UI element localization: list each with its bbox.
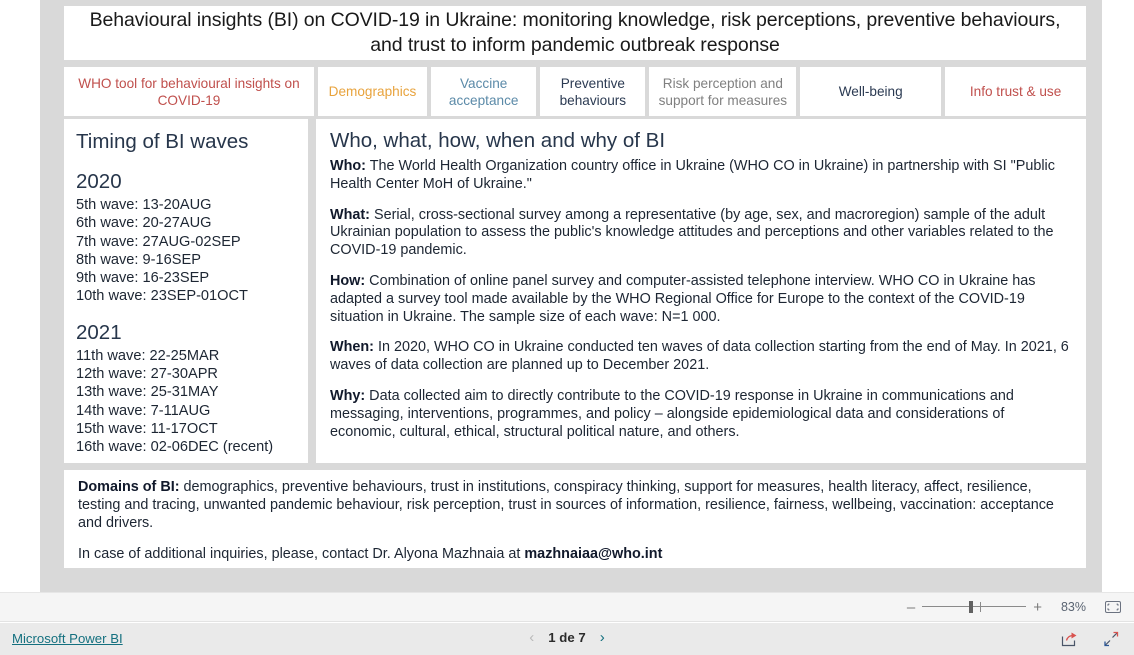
zoom-slider-tick bbox=[980, 602, 982, 612]
paragraph-what: What: Serial, cross-sectional survey amo… bbox=[330, 207, 1072, 260]
wave-item: 13th wave: 25-31MAY bbox=[76, 384, 219, 401]
wave-item: 10th wave: 23SEP-01OCT bbox=[76, 288, 248, 305]
report-title-card: Behavioural insights (BI) on COVID-19 in… bbox=[64, 6, 1086, 60]
domains-paragraph: Domains of BI: demographics, preventive … bbox=[78, 479, 1072, 532]
tab-vaccine-acceptance[interactable]: Vaccine acceptance bbox=[431, 67, 537, 116]
wave-item: 14th wave: 7-11AUG bbox=[76, 402, 211, 419]
wave-item: 16th wave: 02-06DEC (recent) bbox=[76, 439, 274, 456]
paragraph-why: Why: Data collected aim to directly cont… bbox=[330, 388, 1072, 441]
wave-item: 5th wave: 13-20AUG bbox=[76, 197, 212, 213]
page-indicator: 1 de 7 bbox=[548, 630, 586, 645]
tab-info-trust-use[interactable]: Info trust & use bbox=[945, 67, 1087, 116]
paragraph-label: When: bbox=[330, 339, 374, 356]
tab-label: Risk perception and support for measures bbox=[658, 75, 788, 108]
tab-demographics[interactable]: Demographics bbox=[317, 67, 428, 116]
zoom-in-button[interactable]: + bbox=[1033, 600, 1042, 615]
year-heading-2021: 2021 bbox=[76, 320, 122, 344]
paragraph-when: When: In 2020, WHO CO in Ukraine conduct… bbox=[330, 339, 1072, 375]
paragraph-text: In 2020, WHO CO in Ukraine conducted ten… bbox=[330, 339, 1069, 374]
paragraph-label: What: bbox=[330, 206, 370, 223]
domains-label: Domains of BI: bbox=[78, 479, 180, 495]
paragraph-text: Combination of online panel survey and c… bbox=[330, 272, 1036, 325]
tab-label: Demographics bbox=[328, 84, 417, 99]
section-tab-strip: WHO tool for behavioural insights on COV… bbox=[64, 67, 1087, 116]
wave-item: 7th wave: 27AUG-02SEP bbox=[76, 233, 241, 250]
tab-label: Well-being bbox=[838, 84, 903, 99]
tab-preventive-behaviours[interactable]: Preventive behaviours bbox=[540, 67, 646, 116]
tab-label: Info trust & use bbox=[969, 84, 1062, 99]
tab-who-tool[interactable]: WHO tool for behavioural insights on COV… bbox=[64, 67, 314, 116]
wave-item: 9th wave: 16-23SEP bbox=[76, 270, 210, 287]
paragraph-text: The World Health Organization country of… bbox=[330, 158, 1055, 192]
who-what-how-panel: Who, what, how, when and why of BI Who: … bbox=[316, 119, 1086, 463]
fullscreen-icon[interactable] bbox=[1102, 630, 1120, 648]
paragraph-text: Serial, cross-sectional survey among a r… bbox=[330, 206, 1054, 259]
status-bar-actions bbox=[1060, 630, 1120, 648]
wave-item: 12th wave: 27-30APR bbox=[76, 366, 218, 383]
right-panel-heading: Who, what, how, when and why of BI bbox=[330, 129, 666, 152]
tab-label: Vaccine acceptance bbox=[448, 75, 519, 108]
domains-of-bi-panel: Domains of BI: demographics, preventive … bbox=[64, 470, 1086, 568]
zoom-slider-track bbox=[922, 606, 1027, 607]
paragraph-who: Who: The World Health Organization count… bbox=[330, 158, 1072, 194]
zoom-out-button[interactable]: – bbox=[907, 600, 915, 615]
contact-text: In case of additional inquiries, please,… bbox=[78, 546, 525, 563]
tab-well-being[interactable]: Well-being bbox=[800, 67, 942, 116]
page-title: Behavioural insights (BI) on COVID-19 in… bbox=[89, 9, 1061, 56]
wave-list-2021: 11th wave: 22-25MAR 12th wave: 27-30APR … bbox=[76, 347, 296, 457]
paragraph-text: Data collected aim to directly contribut… bbox=[330, 387, 1014, 440]
zoom-toolbar: – + 83% bbox=[0, 592, 1134, 622]
paragraph-label: Why: bbox=[330, 387, 366, 404]
report-content-row: Timing of BI waves 2020 5th wave: 13-20A… bbox=[64, 119, 1086, 463]
left-panel-heading: Timing of BI waves bbox=[76, 130, 249, 153]
power-bi-report-viewer: Behavioural insights (BI) on COVID-19 in… bbox=[0, 0, 1134, 655]
next-page-button[interactable]: › bbox=[600, 630, 605, 645]
contact-paragraph: In case of additional inquiries, please,… bbox=[78, 546, 1072, 564]
paragraph-how: How: Combination of online panel survey … bbox=[330, 273, 1072, 326]
previous-page-button[interactable]: ‹ bbox=[529, 630, 534, 645]
status-bar: Microsoft Power BI ‹ 1 de 7 › bbox=[0, 623, 1134, 655]
tab-label: Preventive behaviours bbox=[559, 75, 627, 108]
wave-list-2020: 5th wave: 13-20AUG 6th wave: 20-27AUG 7t… bbox=[76, 196, 296, 306]
tab-label: WHO tool for behavioural insights on COV… bbox=[78, 75, 300, 108]
report-canvas: Behavioural insights (BI) on COVID-19 in… bbox=[40, 0, 1102, 592]
timing-of-bi-waves-panel: Timing of BI waves 2020 5th wave: 13-20A… bbox=[64, 119, 308, 463]
wave-item: 6th wave: 20-27AUG bbox=[76, 215, 212, 232]
paragraph-label: Who: bbox=[330, 158, 366, 174]
domains-text: demographics, preventive behaviours, tru… bbox=[78, 479, 1054, 531]
page-navigation: ‹ 1 de 7 › bbox=[529, 630, 604, 645]
wave-item: 15th wave: 11-17OCT bbox=[76, 420, 218, 437]
fit-to-page-icon[interactable] bbox=[1104, 600, 1122, 614]
share-icon[interactable] bbox=[1060, 630, 1078, 648]
wave-item: 11th wave: 22-25MAR bbox=[76, 347, 220, 364]
contact-email[interactable]: mazhnaiaa@who.int bbox=[524, 546, 662, 562]
microsoft-power-bi-link[interactable]: Microsoft Power BI bbox=[12, 631, 123, 646]
wave-item: 8th wave: 9-16SEP bbox=[76, 251, 201, 268]
tab-risk-perception[interactable]: Risk perception and support for measures bbox=[649, 67, 797, 116]
zoom-level-value: 83% bbox=[1060, 600, 1086, 614]
year-heading-2020: 2020 bbox=[76, 170, 122, 193]
paragraph-label: How: bbox=[330, 272, 366, 289]
zoom-slider-thumb[interactable] bbox=[969, 601, 974, 613]
zoom-slider[interactable] bbox=[922, 600, 1027, 614]
